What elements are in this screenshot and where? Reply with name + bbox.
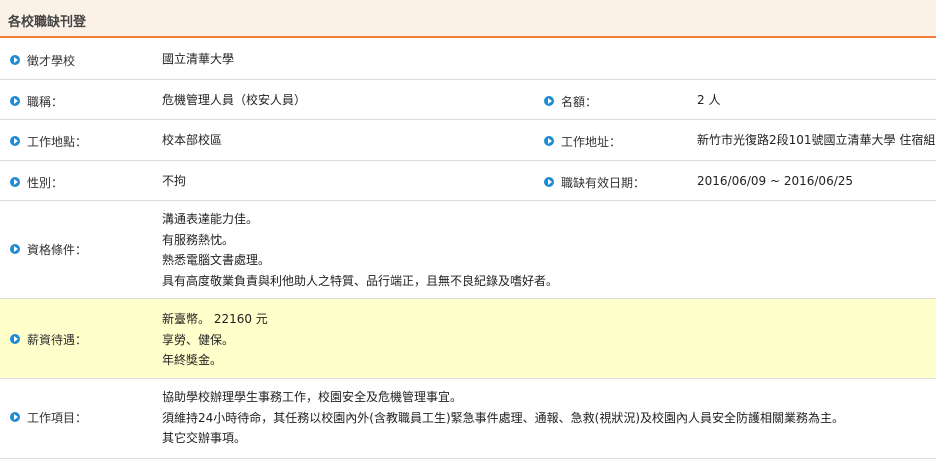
duties-line: 其它交辦事項。: [162, 431, 247, 445]
row-duties: 工作項目： 協助學校辦理學生事務工作，校園安全及危機管理事宜。 須維持24小時待…: [0, 379, 936, 459]
qualifications-value: 溝通表達能力佳。 有服務熱忱。 熟悉電腦文書處理。 具有高度敬業負責與利他助人之…: [162, 209, 558, 291]
gender-label: 性別：: [27, 175, 64, 190]
arrow-circle-icon: [10, 177, 20, 187]
field-location-label: 工作地點：: [10, 133, 87, 149]
arrow-circle-icon: [544, 136, 554, 146]
qualifications-line: 有服務熱忱。: [162, 232, 235, 247]
row-gender: 性別： 不拘 職缺有效日期： 2016/06/09 ~ 2016/06/25: [0, 161, 936, 201]
location-value: 校本部校區: [162, 133, 223, 147]
school-value: 國立清華大學: [162, 52, 235, 66]
address-value: 新竹市光復路2段101號國立清華大學 住宿組: [697, 133, 936, 147]
period-label: 職缺有效日期：: [561, 175, 646, 190]
salary-line: 新臺幣。 22160 元: [162, 312, 268, 326]
qualifications-line: 溝通表達能力佳。: [162, 212, 259, 226]
salary-line: 享勞、健保。: [162, 332, 235, 347]
location-label: 工作地點：: [27, 134, 88, 149]
panel-header: 各校職缺刊登: [0, 0, 936, 38]
address-label: 工作地址：: [561, 134, 622, 149]
field-address-label: 工作地址：: [544, 133, 621, 149]
row-school: 徵才學校 國立清華大學: [0, 40, 936, 80]
title-value: 危機管理人員（校安人員）: [162, 93, 307, 107]
arrow-circle-icon: [10, 412, 20, 422]
gender-value: 不拘: [162, 174, 187, 188]
field-school-label: 徵才學校: [10, 52, 75, 68]
arrow-circle-icon: [10, 244, 20, 254]
arrow-circle-icon: [10, 136, 20, 146]
salary-line: 年終獎金。: [162, 353, 223, 367]
arrow-circle-icon: [10, 334, 20, 344]
field-title-label: 職稱：: [10, 93, 63, 109]
row-title: 職稱： 危機管理人員（校安人員） 名額： 2 人: [0, 80, 936, 120]
field-duties-label: 工作項目：: [10, 409, 87, 425]
arrow-circle-icon: [544, 96, 554, 106]
period-value: 2016/06/09 ~ 2016/06/25: [697, 174, 854, 188]
row-salary: 薪資待遇： 新臺幣。 22160 元 享勞、健保。 年終獎金。: [0, 299, 936, 379]
row-qualifications: 資格條件： 溝通表達能力佳。 有服務熱忱。 熟悉電腦文書處理。 具有高度敬業負責…: [0, 201, 936, 299]
quota-label: 名額：: [561, 94, 598, 109]
title-label: 職稱：: [27, 94, 64, 109]
qualifications-line: 具有高度敬業負責與利他助人之特質、品行端正，且無不良紀錄及嗜好者。: [162, 273, 559, 288]
arrow-circle-icon: [10, 55, 20, 65]
duties-line: 須維持24小時待命，其任務以校園內外(含教職員工生)緊急事件處理、通報、急救(視…: [162, 410, 845, 425]
qualifications-line: 熟悉電腦文書處理。: [162, 253, 271, 267]
field-qualifications-label: 資格條件：: [10, 241, 87, 257]
field-salary-label: 薪資待遇：: [10, 331, 87, 347]
field-period-label: 職缺有效日期：: [544, 174, 645, 190]
duties-line: 協助學校辦理學生事務工作，校園安全及危機管理事宜。: [162, 390, 463, 404]
salary-label: 薪資待遇：: [27, 332, 88, 347]
arrow-circle-icon: [544, 177, 554, 187]
field-gender-label: 性別：: [10, 174, 63, 190]
duties-label: 工作項目：: [27, 410, 88, 425]
duties-value: 協助學校辦理學生事務工作，校園安全及危機管理事宜。 須維持24小時待命，其任務以…: [162, 387, 844, 449]
qualifications-label: 資格條件：: [27, 242, 88, 257]
row-location: 工作地點： 校本部校區 工作地址： 新竹市光復路2段101號國立清華大學 住宿組: [0, 120, 936, 161]
panel-title: 各校職缺刊登: [8, 15, 87, 30]
salary-value: 新臺幣。 22160 元 享勞、健保。 年終獎金。: [162, 309, 268, 371]
quota-value: 2 人: [697, 93, 721, 107]
field-quota-label: 名額：: [544, 93, 597, 109]
school-label: 徵才學校: [27, 53, 76, 68]
arrow-circle-icon: [10, 96, 20, 106]
